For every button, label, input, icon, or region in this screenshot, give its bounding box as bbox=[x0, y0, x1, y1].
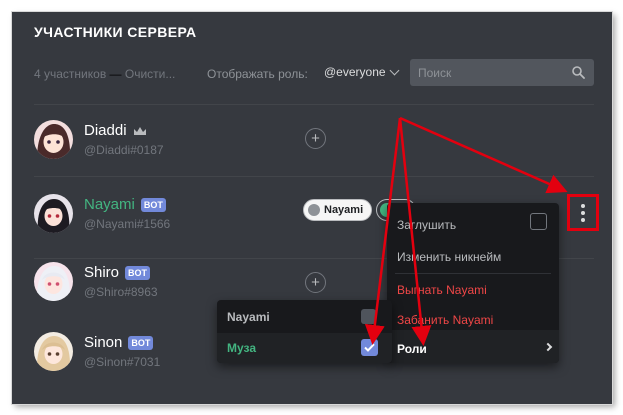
bot-badge: BOT bbox=[140, 197, 166, 212]
member-count-row: 4 участников — Очисти... bbox=[34, 67, 175, 81]
menu-item-ban[interactable]: Забанить Nayami bbox=[397, 313, 493, 327]
roles-submenu: Nayami Муза bbox=[217, 300, 392, 363]
more-options-button[interactable] bbox=[567, 194, 599, 231]
check-icon bbox=[364, 343, 375, 352]
bot-badge: BOT bbox=[125, 265, 151, 280]
member-count: 4 участников bbox=[34, 67, 107, 81]
role-filter-dropdown[interactable]: @everyone bbox=[324, 65, 399, 79]
prune-link[interactable]: Очисти... bbox=[125, 67, 176, 81]
member-tag: @Sinon#7031 bbox=[84, 355, 161, 369]
member-name-text: Nayami bbox=[84, 196, 135, 213]
member-name: Diaddi bbox=[84, 122, 147, 139]
avatar bbox=[34, 120, 73, 159]
member-tag: @Shiro#8963 bbox=[84, 285, 158, 299]
role-pill-label: Nayami bbox=[324, 204, 364, 216]
mute-checkbox[interactable] bbox=[530, 213, 547, 230]
search-input[interactable] bbox=[410, 59, 594, 86]
member-row[interactable]: Diaddi @Diaddi#0187 + bbox=[34, 120, 594, 180]
search-icon bbox=[572, 66, 585, 79]
role-color-dot bbox=[308, 204, 320, 216]
menu-separator bbox=[395, 273, 551, 274]
divider bbox=[34, 176, 594, 177]
role-option[interactable]: Nayami bbox=[227, 310, 270, 324]
bot-badge: BOT bbox=[128, 335, 154, 350]
member-name: Nayami BOT bbox=[84, 196, 166, 213]
member-name: Shiro BOT bbox=[84, 264, 151, 281]
role-checkbox[interactable] bbox=[361, 309, 376, 324]
menu-item-kick[interactable]: Выгнать Nayami bbox=[397, 283, 487, 297]
role-pill[interactable]: Nayami bbox=[303, 199, 373, 221]
avatar bbox=[34, 332, 73, 371]
chevron-down-icon bbox=[389, 65, 399, 75]
menu-item-mute[interactable]: Заглушить bbox=[397, 218, 456, 232]
member-tag: @Nayami#1566 bbox=[84, 217, 171, 231]
kebab-dot bbox=[581, 217, 585, 222]
member-name-text: Sinon bbox=[84, 334, 123, 351]
role-checkbox-checked[interactable] bbox=[361, 339, 378, 356]
menu-item-change-nickname[interactable]: Изменить никнейм bbox=[397, 250, 501, 264]
member-name-text: Diaddi bbox=[84, 122, 127, 139]
kebab-dot bbox=[581, 210, 585, 215]
avatar bbox=[34, 262, 73, 301]
server-members-panel: УЧАСТНИКИ СЕРВЕРА 4 участников — Очисти.… bbox=[12, 12, 612, 404]
role-option[interactable]: Муза bbox=[227, 341, 256, 355]
separator: — bbox=[106, 67, 125, 81]
role-filter-label: Отображать роль: bbox=[207, 67, 308, 81]
member-name-text: Shiro bbox=[84, 264, 120, 281]
member-tag: @Diaddi#0187 bbox=[84, 143, 164, 157]
kebab-dot bbox=[581, 203, 585, 208]
divider bbox=[34, 104, 594, 105]
add-role-button[interactable]: + bbox=[305, 128, 326, 149]
avatar bbox=[34, 194, 73, 233]
member-name: Sinon BOT bbox=[84, 334, 154, 351]
menu-item-roles[interactable]: Роли bbox=[397, 342, 427, 356]
page-title: УЧАСТНИКИ СЕРВЕРА bbox=[34, 24, 197, 40]
add-role-button[interactable]: + bbox=[305, 272, 326, 293]
role-filter-value: @everyone bbox=[324, 65, 386, 79]
crown-icon bbox=[133, 126, 146, 135]
member-context-menu: Заглушить Изменить никнейм Выгнать Nayam… bbox=[387, 203, 559, 363]
